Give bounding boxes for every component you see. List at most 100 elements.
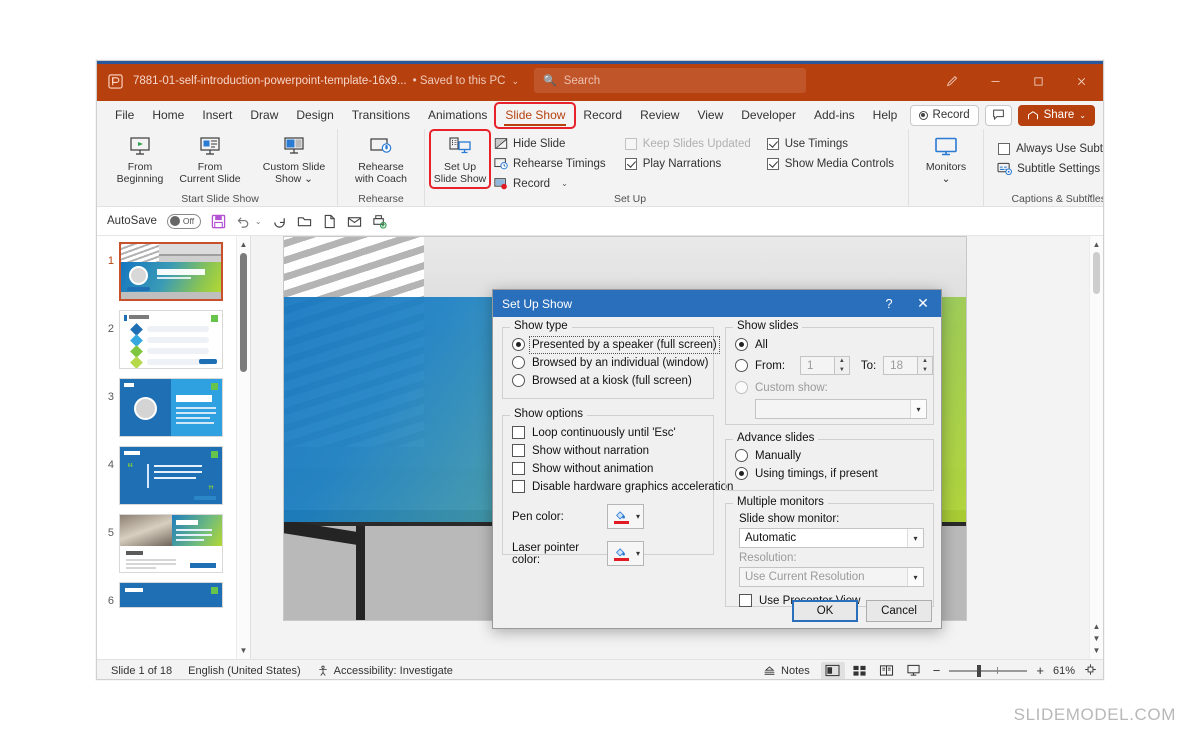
thumbnail-row-5[interactable]: 5	[97, 505, 250, 573]
from-current-slide-button[interactable]: From Current Slide	[173, 131, 247, 187]
radio-presented-by-speaker[interactable]: Presented by a speaker (full screen)	[512, 335, 720, 354]
radio-from-to[interactable]: From: 1 ▲ ▼ To: 18 ▲ ▼	[735, 356, 933, 375]
subtitle-settings-button[interactable]: Subtitle Settings ⌄	[994, 159, 1103, 178]
tab-insert[interactable]: Insert	[193, 104, 241, 127]
zoom-slider[interactable]	[949, 664, 1028, 677]
notes-button[interactable]: Notes	[755, 665, 818, 677]
reading-view-button[interactable]	[875, 662, 899, 680]
spinner-arrows[interactable]: ▲ ▼	[916, 357, 932, 374]
slide-thumbnail-panel[interactable]: 1 2 3 4 “ ” 5 6 ▲ ▼	[97, 236, 251, 659]
chevron-down-icon[interactable]: ▾	[636, 512, 640, 521]
check-show-without-narration[interactable]: Show without narration	[512, 444, 713, 457]
from-spinner[interactable]: 1 ▲ ▼	[800, 356, 850, 375]
search-box[interactable]: 🔍 Search	[534, 68, 806, 93]
slide-indicator[interactable]: Slide 1 of 18	[103, 665, 180, 677]
radio-all-slides[interactable]: All	[735, 338, 933, 351]
custom-slide-show-button[interactable]: Custom Slide Show ⌄	[257, 131, 331, 187]
scroll-down-icon[interactable]: ▼	[237, 644, 250, 657]
always-use-subtitles-checkbox[interactable]: Always Use Subtitles	[994, 139, 1103, 158]
fit-slide-icon[interactable]	[1084, 663, 1097, 679]
zoom-in-button[interactable]: +	[1036, 663, 1044, 678]
language-indicator[interactable]: English (United States)	[180, 665, 309, 677]
check-disable-hw-accel[interactable]: Disable hardware graphics acceleration	[512, 480, 733, 493]
chevron-down-icon[interactable]: ⌄	[255, 217, 262, 226]
radio-browsed-at-kiosk[interactable]: Browsed at a kiosk (full screen)	[512, 374, 713, 387]
thumbnail-slide-2[interactable]	[119, 310, 223, 369]
thumbnail-slide-6[interactable]	[119, 582, 223, 608]
rehearse-with-coach-button[interactable]: Rehearse with Coach	[344, 131, 418, 187]
tab-developer[interactable]: Developer	[732, 104, 805, 127]
thumbnail-slide-4[interactable]: “ ”	[119, 446, 223, 505]
laser-pointer-color-picker[interactable]: ▾	[607, 541, 645, 566]
tab-add-ins[interactable]: Add-ins	[805, 104, 864, 127]
new-icon[interactable]	[322, 214, 337, 229]
collapse-ribbon-icon[interactable]: ⌄	[1086, 187, 1095, 200]
zoom-slider-thumb[interactable]	[977, 664, 982, 677]
thumbnail-slide-1[interactable]	[119, 242, 223, 301]
to-spinner[interactable]: 18 ▲ ▼	[883, 356, 933, 375]
from-beginning-button[interactable]: From Beginning	[109, 131, 171, 187]
rehearse-timings-button[interactable]: Rehearse Timings	[491, 154, 611, 173]
monitors-button[interactable]: Monitors ⌄	[915, 131, 977, 187]
zoom-out-button[interactable]: −	[929, 663, 941, 678]
show-media-controls-checkbox[interactable]: Show Media Controls	[763, 154, 898, 173]
pen-icon[interactable]	[931, 61, 974, 101]
saved-status[interactable]: • Saved to this PC	[413, 75, 506, 87]
tab-review[interactable]: Review	[631, 104, 688, 127]
scroll-down-icon[interactable]: ▼	[1090, 646, 1103, 655]
maximize-icon[interactable]	[1017, 61, 1060, 101]
email-icon[interactable]	[347, 214, 362, 229]
dialog-help-button[interactable]: ?	[873, 290, 905, 317]
pen-color-picker[interactable]: ▾	[607, 504, 645, 529]
tab-record[interactable]: Record	[574, 104, 631, 127]
chevron-down-icon[interactable]: ▾	[636, 549, 640, 558]
tab-design[interactable]: Design	[287, 104, 342, 127]
radio-browsed-by-individual[interactable]: Browsed by an individual (window)	[512, 356, 713, 369]
radio-advance-using-timings[interactable]: Using timings, if present	[735, 467, 933, 480]
thumbnail-row-2[interactable]: 2	[97, 301, 250, 369]
tab-transitions[interactable]: Transitions	[343, 104, 419, 127]
radio-advance-manually[interactable]: Manually	[735, 449, 933, 462]
chevron-down-icon[interactable]: ⌄	[1079, 111, 1086, 120]
previous-slide-icon[interactable]: ▲	[1090, 622, 1103, 631]
hide-slide-button[interactable]: Hide Slide	[491, 134, 611, 153]
open-icon[interactable]	[297, 214, 312, 229]
slide-show-monitor-combo[interactable]: Automatic ▾	[739, 528, 924, 548]
slide-sorter-button[interactable]	[848, 662, 872, 680]
scroll-up-icon[interactable]: ▲	[237, 238, 250, 251]
autosave-toggle[interactable]: Off	[166, 213, 201, 229]
accessibility-status[interactable]: Accessibility: Investigate	[309, 665, 461, 677]
save-icon[interactable]	[211, 214, 226, 229]
normal-view-button[interactable]	[820, 661, 845, 679]
dialog-close-button[interactable]: ✕	[905, 290, 941, 317]
cancel-button[interactable]: Cancel	[866, 600, 932, 622]
set-up-slide-show-button[interactable]: Set Up Slide Show	[429, 129, 491, 189]
thumbnail-slide-5[interactable]	[119, 514, 223, 573]
check-show-without-animation[interactable]: Show without animation	[512, 462, 713, 475]
thumbnail-row-4[interactable]: 4 “ ”	[97, 437, 250, 505]
chevron-down-icon[interactable]: ⌄	[511, 76, 519, 87]
thumbnail-row-3[interactable]: 3	[97, 369, 250, 437]
slide-show-button[interactable]	[902, 662, 926, 680]
set-up-show-dialog[interactable]: Set Up Show ? ✕ Show type Presented by a…	[492, 289, 942, 629]
chevron-down-icon[interactable]: ⌄	[561, 179, 568, 188]
spinner-arrows[interactable]: ▲ ▼	[833, 357, 849, 374]
close-icon[interactable]	[1060, 61, 1103, 101]
next-slide-icon[interactable]: ▼	[1090, 634, 1103, 643]
thumbnail-slide-3[interactable]	[119, 378, 223, 437]
check-loop-continuously[interactable]: Loop continuously until 'Esc'	[512, 426, 713, 439]
tab-file[interactable]: File	[106, 104, 143, 127]
scrollbar-thumb[interactable]	[240, 253, 247, 372]
chevron-down-icon[interactable]: ▾	[907, 529, 923, 547]
tab-draw[interactable]: Draw	[241, 104, 287, 127]
tab-animations[interactable]: Animations	[419, 104, 496, 127]
tab-slide-show[interactable]: Slide Show	[494, 101, 577, 129]
record-slide-show-button[interactable]: Record ⌄	[491, 174, 611, 193]
tab-home[interactable]: Home	[143, 104, 193, 127]
ok-button[interactable]: OK	[792, 600, 858, 622]
thumbnail-row-1[interactable]: 1	[97, 236, 250, 301]
redo-icon[interactable]	[272, 214, 287, 229]
scroll-up-icon[interactable]: ▲	[1090, 238, 1103, 251]
undo-icon[interactable]	[236, 214, 251, 229]
zoom-level-label[interactable]: 61%	[1047, 665, 1081, 677]
